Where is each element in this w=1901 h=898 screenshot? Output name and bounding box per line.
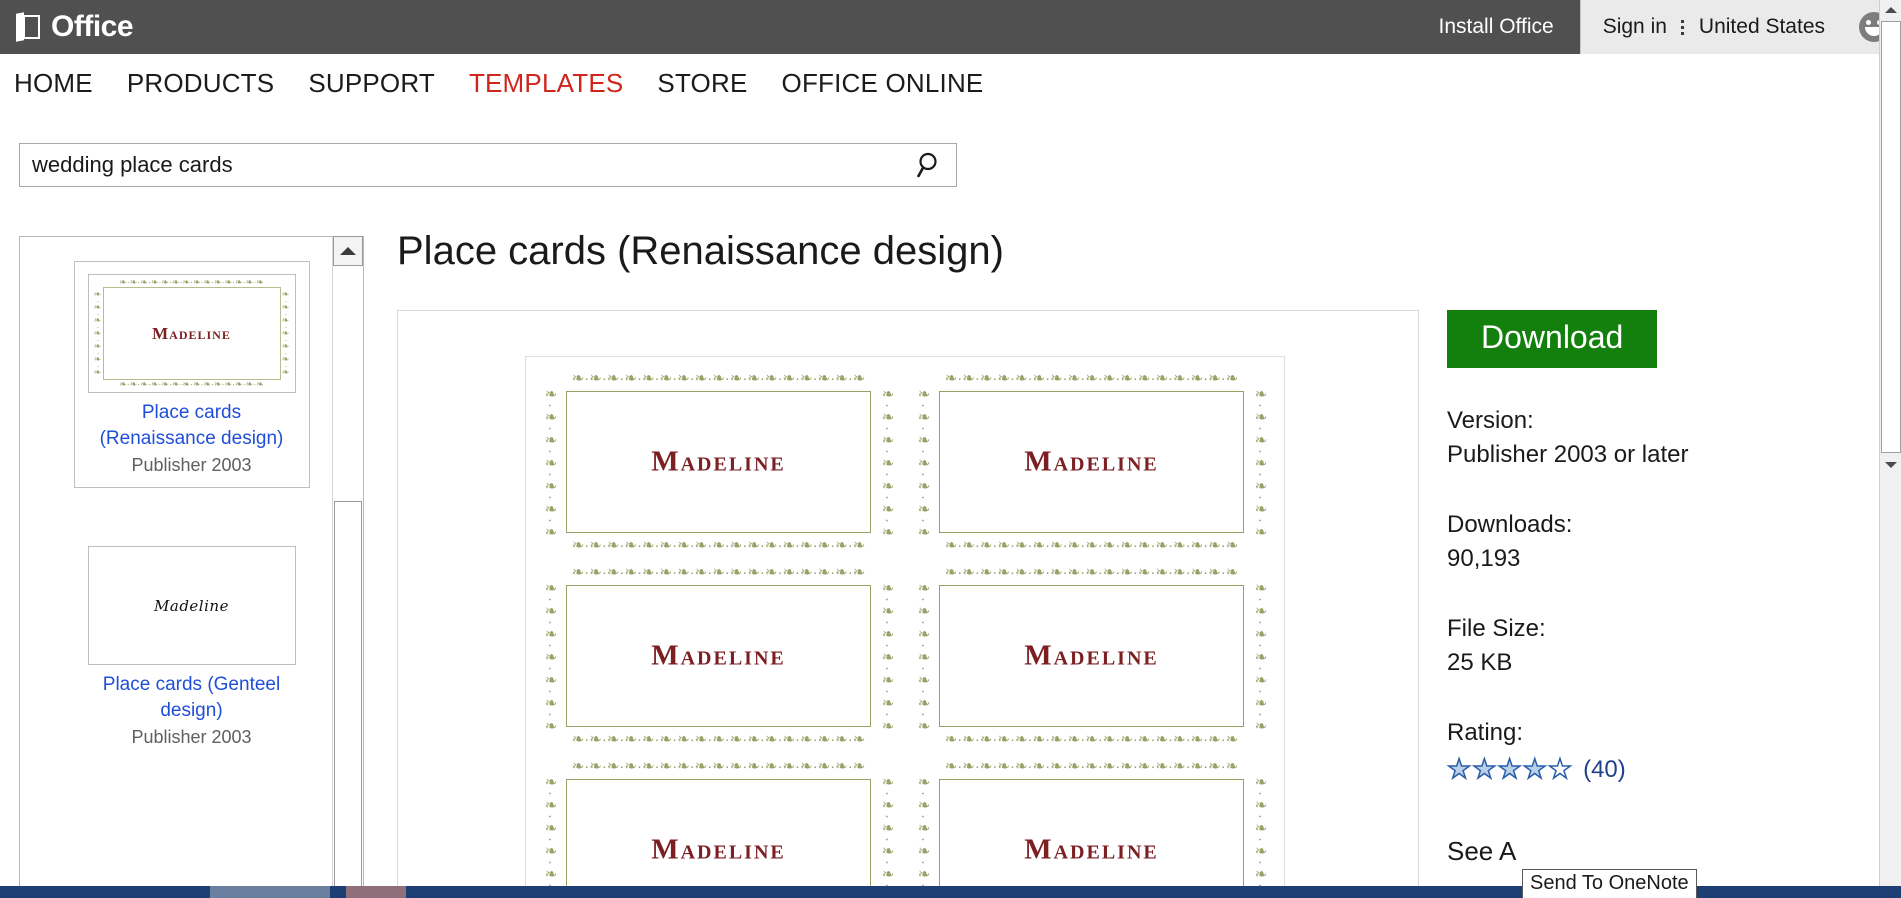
filesize-value: 25 KB [1447, 646, 1847, 680]
template-thumbnail: ❧·❧·❧·❧·❧·❧·❧·❧·❧·❧·❧·❧·❧·❧ ❧·❧·❧·❧·❧·❧·… [88, 274, 296, 393]
office-templates-page: Office Install Office Sign in United Sta… [0, 0, 1901, 898]
preview-sheet: ❧·❧·❧·❧·❧·❧·❧·❧·❧·❧·❧·❧·❧·❧·❧·❧·❧ ❧·❧·❧·… [525, 356, 1285, 898]
thumbnail-inner-frame: Madeline [103, 287, 281, 380]
version-label: Version: [1447, 404, 1847, 438]
nav-item-templates[interactable]: TEMPLATES [469, 68, 623, 99]
ornament-top: ❧·❧·❧·❧·❧·❧·❧·❧·❧·❧·❧·❧·❧·❧·❧·❧·❧ [544, 759, 893, 774]
ornament-bottom: ❧·❧·❧·❧·❧·❧·❧·❧·❧·❧·❧·❧·❧·❧·❧·❧·❧ [917, 538, 1266, 553]
rating-label: Rating: [1447, 716, 1847, 750]
list-item[interactable]: Madeline Place cards (Genteel design) Pu… [74, 534, 310, 759]
nav-item-products[interactable]: PRODUCTS [127, 68, 275, 99]
nav-item-office-online[interactable]: OFFICE ONLINE [782, 68, 984, 99]
ornament-top: ❧·❧·❧·❧·❧·❧·❧·❧·❧·❧·❧·❧·❧·❧·❧·❧·❧ [917, 371, 1266, 386]
rating-count: (40) [1583, 756, 1626, 784]
ornament-bottom: ❧·❧·❧·❧·❧·❧·❧·❧·❧·❧·❧·❧·❧·❧·❧·❧·❧ [544, 538, 893, 553]
thumbnail-inner-frame: Madeline [103, 559, 281, 652]
sign-in-link[interactable]: Sign in [1603, 15, 1667, 39]
star-rating[interactable]: ★ ★ ★ ★ ★ (40) [1447, 756, 1847, 784]
template-info-panel: Download Version: Publisher 2003 or late… [1447, 310, 1847, 867]
result-subtitle-renaissance: Publisher 2003 [83, 453, 301, 477]
taskbar-segment [406, 886, 422, 898]
downloads-group: Downloads: 90,193 [1447, 508, 1847, 576]
nav-item-store[interactable]: STORE [657, 68, 747, 99]
sidebar-scrollbar-thumb[interactable] [334, 501, 362, 896]
place-card-grid: ❧·❧·❧·❧·❧·❧·❧·❧·❧·❧·❧·❧·❧·❧·❧·❧·❧ ❧·❧·❧·… [526, 357, 1284, 898]
version-group: Version: Publisher 2003 or later [1447, 404, 1847, 472]
thumbnail-name: Madeline [152, 324, 231, 344]
tooltip-send-to-onenote: Send To OneNote [1522, 869, 1697, 898]
ornament-bottom: ❧·❧·❧·❧·❧·❧·❧·❧·❧·❧·❧·❧·❧·❧·❧·❧·❧ [917, 732, 1266, 747]
ornament-top: ❧·❧·❧·❧·❧·❧·❧·❧·❧·❧·❧·❧·❧·❧ [93, 278, 291, 287]
downloads-label: Downloads: [1447, 508, 1847, 542]
place-card-name: Madeline [909, 446, 1274, 479]
place-card-name: Madeline [536, 640, 901, 673]
install-office-link[interactable]: Install Office [1439, 15, 1554, 39]
ornament-top: ❧·❧·❧·❧·❧·❧·❧·❧·❧·❧·❧·❧·❧·❧·❧·❧·❧ [917, 759, 1266, 774]
vertical-dots-icon [1681, 20, 1685, 35]
star-icon[interactable]: ★ [1548, 756, 1572, 783]
template-thumbnail: Madeline [88, 546, 296, 665]
search-input[interactable] [20, 145, 904, 185]
place-card-name: Madeline [536, 446, 901, 479]
place-card: ❧·❧·❧·❧·❧·❧·❧·❧·❧·❧·❧·❧·❧·❧·❧·❧·❧ ❧·❧·❧·… [909, 559, 1274, 753]
nav-item-home[interactable]: HOME [14, 68, 93, 99]
ornament-right: ❧·❧·❧·❧·❧·❧·❧ [281, 285, 291, 382]
nav-item-support[interactable]: SUPPORT [308, 68, 435, 99]
ornament-bottom: ❧·❧·❧·❧·❧·❧·❧·❧·❧·❧·❧·❧·❧·❧·❧·❧·❧ [544, 732, 893, 747]
downloads-value: 90,193 [1447, 542, 1847, 576]
place-card: ❧·❧·❧·❧·❧·❧·❧·❧·❧·❧·❧·❧·❧·❧·❧·❧·❧ ❧·❧·❧·… [536, 559, 901, 753]
star-icon[interactable]: ★ [1472, 756, 1496, 783]
template-preview-pane: ❧·❧·❧·❧·❧·❧·❧·❧·❧·❧·❧·❧·❧·❧·❧·❧·❧ ❧·❧·❧·… [397, 310, 1419, 898]
place-card-name: Madeline [909, 834, 1274, 867]
scroll-up-arrow-icon[interactable] [1880, 0, 1901, 20]
rating-group: Rating: ★ ★ ★ ★ ★ (40) [1447, 716, 1847, 784]
see-also-label[interactable]: See A [1447, 836, 1847, 867]
ornament-top: ❧·❧·❧·❧·❧·❧·❧·❧·❧·❧·❧·❧·❧·❧·❧·❧·❧ [544, 371, 893, 386]
scroll-down-arrow-icon[interactable] [1880, 455, 1901, 475]
country-selector[interactable]: United States [1699, 15, 1825, 39]
place-card-name: Madeline [909, 640, 1274, 673]
place-card: ❧·❧·❧·❧·❧·❧·❧·❧·❧·❧·❧·❧·❧·❧·❧·❧·❧ ❧·❧·❧·… [909, 753, 1274, 898]
result-title-renaissance[interactable]: Place cards (Renaissance design) [83, 400, 301, 452]
star-icon[interactable]: ★ [1447, 756, 1471, 783]
place-card-name: Madeline [536, 834, 901, 867]
office-brand[interactable]: Office [16, 0, 133, 54]
download-button[interactable]: Download [1447, 310, 1657, 368]
thumbnail-name: Madeline [154, 597, 229, 615]
sidebar-scrollbar[interactable] [332, 236, 363, 898]
place-card: ❧·❧·❧·❧·❧·❧·❧·❧·❧·❧·❧·❧·❧·❧·❧·❧·❧ ❧·❧·❧·… [909, 365, 1274, 559]
ornament-left: ❧·❧·❧·❧·❧·❧·❧ [93, 285, 103, 382]
version-value: Publisher 2003 or later [1447, 438, 1847, 472]
ornament-top: ❧·❧·❧·❧·❧·❧·❧·❧·❧·❧·❧·❧·❧·❧·❧·❧·❧ [544, 565, 893, 580]
scroll-up-arrow-icon[interactable] [333, 236, 363, 266]
taskbar-segment [346, 886, 406, 898]
magnifier-icon[interactable] [904, 150, 956, 180]
page-title: Place cards (Renaissance design) [397, 229, 1004, 274]
taskbar-segment [330, 886, 346, 898]
search-results-sidebar[interactable]: ❧·❧·❧·❧·❧·❧·❧·❧·❧·❧·❧·❧·❧·❧ ❧·❧·❧·❧·❧·❧·… [19, 236, 364, 898]
result-subtitle-genteel: Publisher 2003 [82, 725, 302, 749]
filesize-group: File Size: 25 KB [1447, 612, 1847, 680]
star-icon[interactable]: ★ [1497, 756, 1521, 783]
office-brand-label: Office [51, 12, 133, 42]
list-item[interactable]: ❧·❧·❧·❧·❧·❧·❧·❧·❧·❧·❧·❧·❧·❧ ❧·❧·❧·❧·❧·❧·… [74, 261, 310, 488]
taskbar-segment [0, 886, 210, 898]
filesize-label: File Size: [1447, 612, 1847, 646]
taskbar-segment [210, 886, 330, 898]
window-scrollbar-thumb[interactable] [1881, 21, 1901, 453]
window-scrollbar[interactable] [1879, 0, 1901, 898]
account-area: Sign in United States [1580, 0, 1901, 54]
ornament-bottom: ❧·❧·❧·❧·❧·❧·❧·❧·❧·❧·❧·❧·❧·❧ [93, 380, 291, 389]
place-card: ❧·❧·❧·❧·❧·❧·❧·❧·❧·❧·❧·❧·❧·❧·❧·❧·❧ ❧·❧·❧·… [536, 753, 901, 898]
top-bar: Office Install Office Sign in United Sta… [0, 0, 1901, 54]
ornament-top: ❧·❧·❧·❧·❧·❧·❧·❧·❧·❧·❧·❧·❧·❧·❧·❧·❧ [917, 565, 1266, 580]
office-logo-icon [16, 12, 42, 42]
result-title-genteel[interactable]: Place cards (Genteel design) [82, 672, 302, 724]
search-box[interactable] [19, 143, 957, 187]
main-navigation: HOME PRODUCTS SUPPORT TEMPLATES STORE OF… [0, 54, 1901, 112]
place-card: ❧·❧·❧·❧·❧·❧·❧·❧·❧·❧·❧·❧·❧·❧·❧·❧·❧ ❧·❧·❧·… [536, 365, 901, 559]
star-icon[interactable]: ★ [1523, 756, 1547, 783]
